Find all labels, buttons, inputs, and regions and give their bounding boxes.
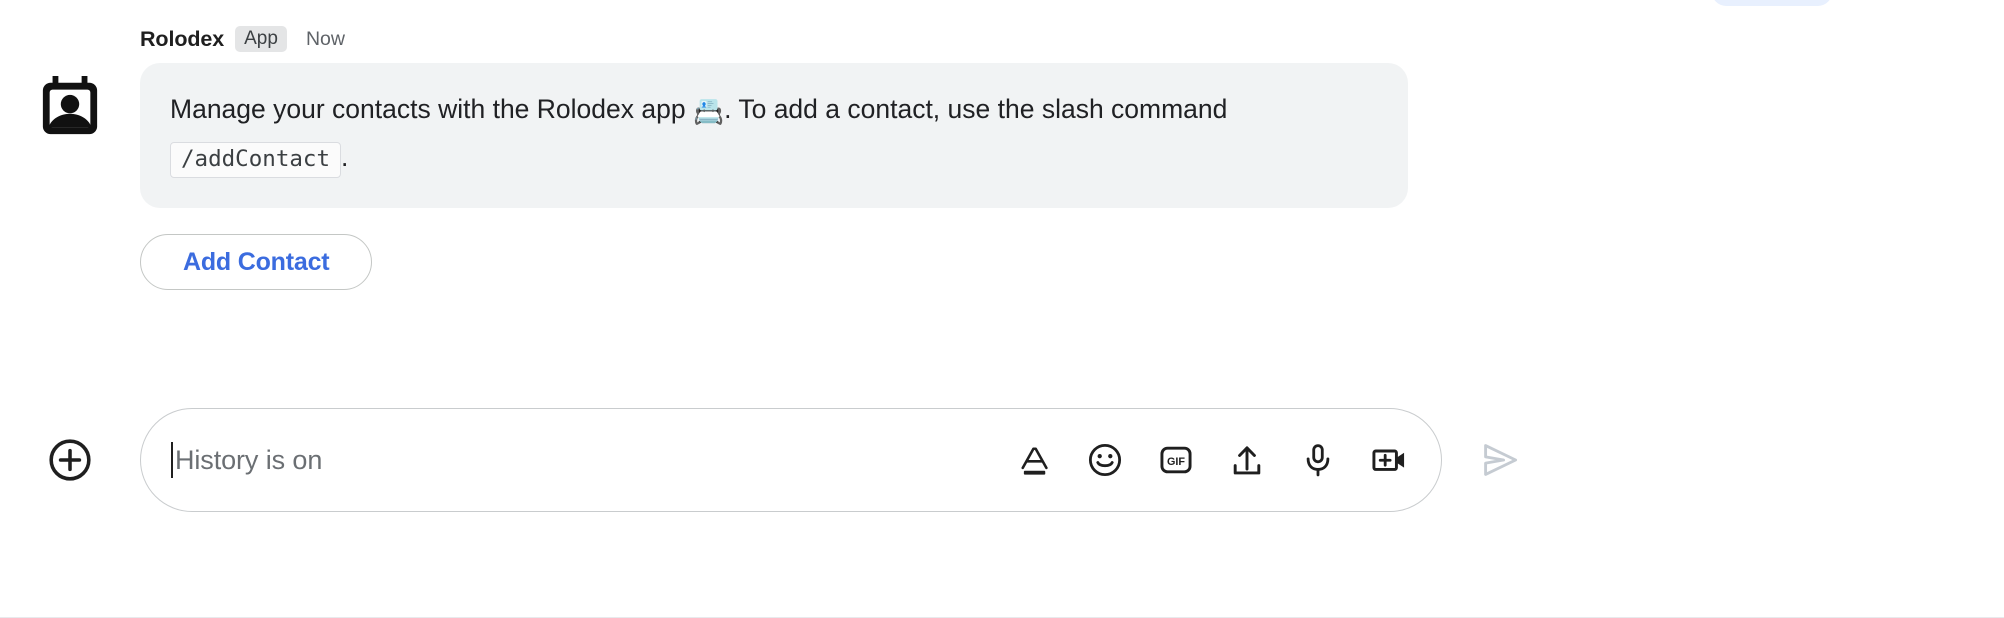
message-timestamp: Now	[305, 27, 345, 50]
gif-icon[interactable]: GIF	[1158, 442, 1194, 478]
message-input-shell[interactable]: History is on GIF	[140, 408, 1442, 512]
message-composer: History is on GIF	[0, 408, 2004, 512]
bubble-text-mid: . To add a contact, use the slash comman…	[724, 94, 1228, 124]
send-arrow-icon[interactable]	[1476, 436, 1524, 484]
message-content: Rolodex App Now Manage your contacts wit…	[140, 18, 2004, 290]
avatar	[0, 18, 140, 138]
plus-circle-icon[interactable]	[47, 437, 93, 483]
message-input[interactable]: History is on	[175, 445, 1016, 476]
composer-toolbar: GIF	[1016, 442, 1407, 478]
upload-icon[interactable]	[1229, 442, 1265, 478]
format-text-icon[interactable]	[1016, 442, 1052, 478]
scrolled-chip-ghost	[1712, 0, 1832, 6]
emoji-icon[interactable]	[1087, 442, 1123, 478]
message-row: Rolodex App Now Manage your contacts wit…	[0, 18, 2004, 290]
bubble-text-lead: Manage your contacts with the Rolodex ap…	[170, 94, 693, 124]
sender-name: Rolodex	[140, 26, 225, 51]
rolodex-contact-card-icon	[42, 76, 98, 135]
add-video-icon[interactable]	[1371, 442, 1407, 478]
app-badge: App	[235, 26, 287, 52]
send-cell	[1442, 436, 1558, 484]
microphone-icon[interactable]	[1300, 442, 1336, 478]
svg-text:GIF: GIF	[1167, 456, 1185, 468]
bubble-text-tail: .	[341, 142, 349, 172]
slash-command-code: /addContact	[170, 142, 342, 178]
message-header: Rolodex App Now	[140, 24, 2004, 54]
text-caret	[171, 442, 173, 478]
card-index-emoji: 📇	[692, 98, 725, 126]
message-bubble: Manage your contacts with the Rolodex ap…	[140, 63, 1408, 208]
add-attachment-cell	[0, 437, 140, 483]
add-contact-button[interactable]: Add Contact	[140, 234, 373, 290]
